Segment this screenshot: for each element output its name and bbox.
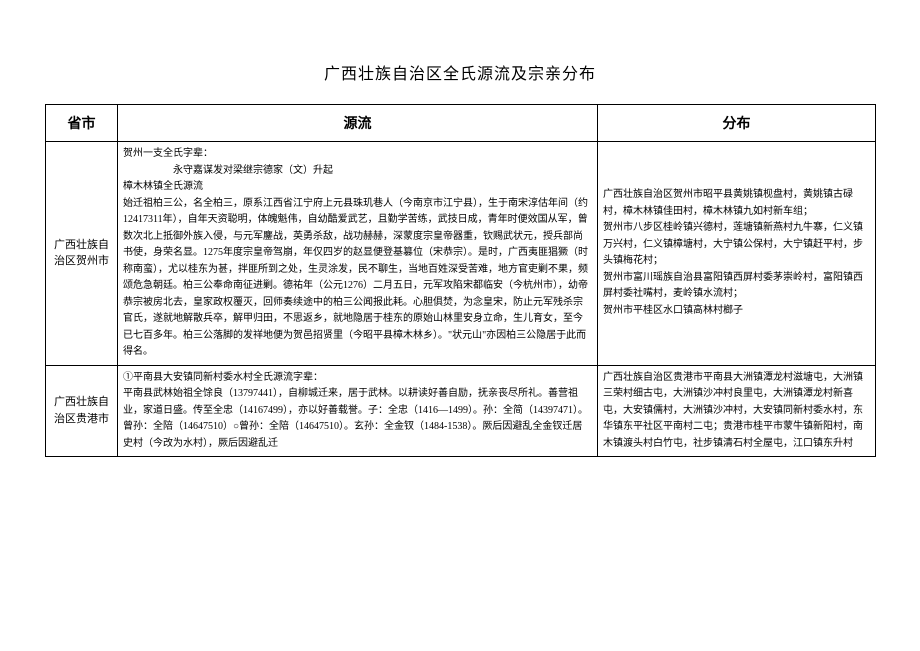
cell-origin: 贺州一支全氏字辈： 永守嘉谋发对梁继宗德家（文）升起樟木林镇全氏源流始迁祖柏三公… (118, 142, 598, 366)
table-row: 广西壮族自治区贺州市 贺州一支全氏字辈： 永守嘉谋发对梁继宗德家（文）升起樟木林… (46, 142, 876, 366)
cell-distribution: 广西壮族自治区贺州市昭平县黄姚镇枧盘村，黄姚镇古碌村，樟木林镇佳田村，樟木林镇九… (598, 142, 876, 366)
page-title: 广西壮族自治区全氏源流及宗亲分布 (45, 60, 875, 84)
distribution-text: 广西壮族自治区贵港市平南县大洲镇潭龙村滋塘屯，大洲镇三荣村细古屯，大洲镇沙冲村良… (603, 370, 870, 453)
origin-text: 贺州一支全氏字辈： 永守嘉谋发对梁继宗德家（文）升起樟木林镇全氏源流始迁祖柏三公… (123, 146, 592, 361)
cell-distribution: 广西壮族自治区贵港市平南县大洲镇潭龙村滋塘屯，大洲镇三荣村细古屯，大洲镇沙冲村良… (598, 365, 876, 457)
header-origin: 源流 (118, 105, 598, 142)
distribution-text: 广西壮族自治区贺州市昭平县黄姚镇枧盘村，黄姚镇古碌村，樟木林镇佳田村，樟木林镇九… (603, 187, 870, 319)
origin-text: ①平南县大安镇同新村委水村全氏源流字辈：平南县武林始祖全馀良（13797441）… (123, 370, 592, 453)
header-distribution: 分布 (598, 105, 876, 142)
cell-origin: ①平南县大安镇同新村委水村全氏源流字辈：平南县武林始祖全馀良（13797441）… (118, 365, 598, 457)
header-province: 省市 (46, 105, 118, 142)
table-header-row: 省市 源流 分布 (46, 105, 876, 142)
table-row: 广西壮族自治区贵港市 ①平南县大安镇同新村委水村全氏源流字辈：平南县武林始祖全馀… (46, 365, 876, 457)
cell-province: 广西壮族自治区贺州市 (46, 142, 118, 366)
cell-province: 广西壮族自治区贵港市 (46, 365, 118, 457)
clan-table: 省市 源流 分布 广西壮族自治区贺州市 贺州一支全氏字辈： 永守嘉谋发对梁继宗德… (45, 104, 876, 457)
